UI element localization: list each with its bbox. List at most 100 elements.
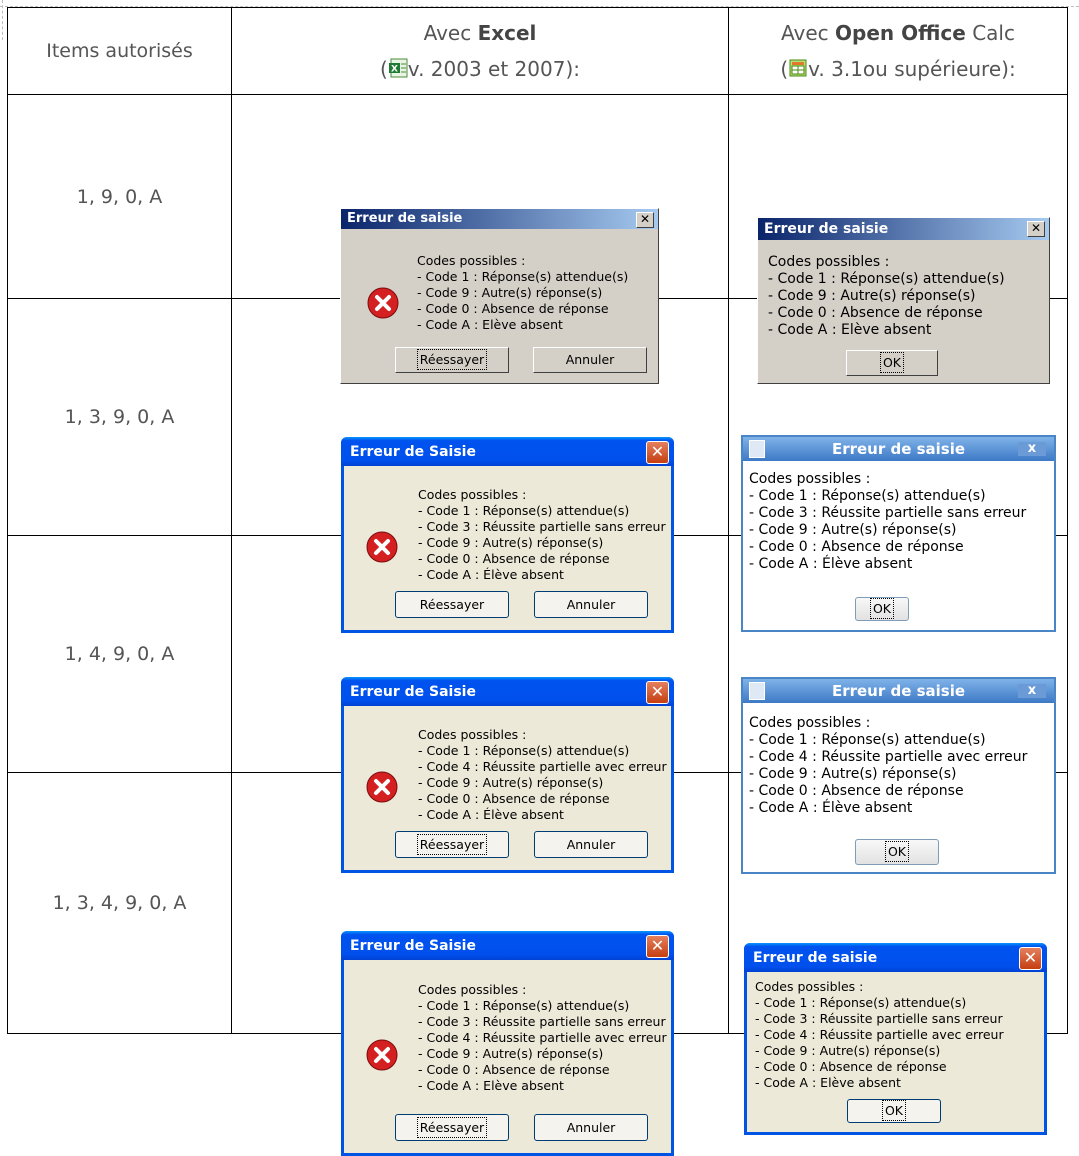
message-line: - Code 0 : Absence de réponse bbox=[755, 1059, 947, 1074]
dialog-title-bar: Erreur de Saisie ✕ bbox=[341, 677, 674, 706]
message-line: - Code A : Élève absent bbox=[749, 800, 913, 816]
message-line: - Code 1 : Réponse(s) attendue(s) bbox=[418, 998, 630, 1013]
message-line: - Code 4 : Réussite partielle avec erreu… bbox=[418, 759, 667, 774]
dialog-title-bar: Erreur de saisie ✕ bbox=[758, 217, 1049, 240]
dialog-message: Codes possibles : - Code 1 : Réponse(s) … bbox=[418, 982, 667, 1094]
oo-error-dialog: Erreur de saisie ✕ Codes possibles : - Co… bbox=[744, 943, 1047, 1135]
message-line: - Code 1 : Réponse(s) attendue(s) bbox=[749, 488, 986, 504]
excel-icon: X bbox=[388, 58, 408, 78]
cancel-button[interactable]: Annuler bbox=[533, 346, 647, 373]
header-excel-name: Excel bbox=[477, 21, 537, 45]
close-icon[interactable]: ✕ bbox=[646, 441, 669, 464]
dialog-title: Erreur de Saisie bbox=[350, 684, 476, 700]
calc-icon bbox=[789, 59, 807, 77]
message-line: - Code 4 : Réussite partielle avec erreu… bbox=[749, 749, 1028, 765]
message-line: - Code 4 : Réussite partielle avec erreu… bbox=[755, 1027, 1004, 1042]
excel-error-dialog: Erreur de Saisie ✕ Codes possibles : - Co… bbox=[341, 437, 674, 633]
items-value: 1, 3, 9, 0, A bbox=[64, 406, 175, 428]
excel-error-dialog: Erreur de Saisie ✕ Codes possibles : - Co… bbox=[341, 931, 674, 1156]
dialog-title-bar: Erreur de saisie x bbox=[743, 437, 1054, 461]
error-x-icon bbox=[366, 771, 398, 803]
items-value: 1, 4, 9, 0, A bbox=[64, 643, 175, 665]
close-icon[interactable]: x bbox=[1018, 442, 1046, 456]
header-oo-prefix: Avec bbox=[781, 21, 836, 45]
retry-button[interactable]: Réessayer bbox=[395, 591, 509, 618]
message-line: - Code 1 : Réponse(s) attendue(s) bbox=[418, 503, 630, 518]
dialog-title-bar: Erreur de saisie ✕ bbox=[744, 943, 1047, 972]
items-cell: 1, 3, 4, 9, 0, A bbox=[7, 772, 232, 1034]
comparison-table: Items autorisés Avec Excel (Xv. 2003 et … bbox=[7, 7, 1068, 1156]
dialog-message: Codes possibles : - Code 1 : Réponse(s) … bbox=[749, 471, 1026, 573]
items-cell: 1, 3, 9, 0, A bbox=[7, 298, 232, 536]
message-line: - Code A : Élève absent bbox=[749, 556, 913, 572]
close-icon[interactable]: ✕ bbox=[1019, 947, 1042, 970]
error-x-icon bbox=[366, 531, 398, 563]
ok-button[interactable]: OK bbox=[846, 349, 938, 376]
message-line: - Code 0 : Absence de réponse bbox=[418, 791, 610, 806]
message-line: - Code 9 : Autre(s) réponse(s) bbox=[418, 535, 604, 550]
dialog-title-bar: Erreur de Saisie ✕ bbox=[341, 931, 674, 960]
table-header-row: Items autorisés Avec Excel (Xv. 2003 et … bbox=[7, 7, 1068, 95]
retry-button[interactable]: Réessayer bbox=[395, 1114, 509, 1141]
message-line: - Code 0 : Absence de réponse bbox=[749, 539, 964, 555]
ok-button[interactable]: OK bbox=[855, 839, 939, 865]
retry-button[interactable]: Réessayer bbox=[395, 346, 509, 373]
message-line: - Code 9 : Autre(s) réponse(s) bbox=[749, 766, 957, 782]
message-line: - Code 0 : Absence de réponse bbox=[417, 300, 609, 316]
items-cell: 1, 4, 9, 0, A bbox=[7, 535, 232, 773]
dialog-title: Erreur de saisie bbox=[347, 210, 463, 226]
message-line: - Code 9 : Autre(s) réponse(s) bbox=[418, 775, 604, 790]
message-line: Codes possibles : bbox=[417, 252, 526, 268]
dialog-title: Erreur de saisie bbox=[831, 682, 966, 700]
dialog-title: Erreur de saisie bbox=[764, 220, 889, 237]
dialog-message: Codes possibles : - Code 1 : Réponse(s) … bbox=[755, 979, 1004, 1091]
close-icon[interactable]: ✕ bbox=[646, 935, 669, 958]
ok-button[interactable]: OK bbox=[847, 1099, 941, 1123]
message-line: - Code A : Elève absent bbox=[768, 321, 932, 338]
dialog-title-bar: Erreur de saisie x bbox=[743, 679, 1054, 703]
message-line: - Code 0 : Absence de réponse bbox=[418, 551, 610, 566]
message-line: - Code 3 : Réussite partielle sans erreu… bbox=[418, 519, 666, 534]
message-line: - Code A : Elève absent bbox=[418, 1078, 564, 1093]
svg-text:X: X bbox=[391, 65, 398, 75]
message-line: - Code A : Elève absent bbox=[417, 316, 563, 332]
message-line: Codes possibles : bbox=[749, 715, 871, 731]
close-icon[interactable]: x bbox=[1018, 684, 1046, 698]
retry-button[interactable]: Réessayer bbox=[395, 831, 509, 858]
message-line: - Code 9 : Autre(s) réponse(s) bbox=[768, 287, 976, 304]
message-line: - Code 1 : Réponse(s) attendue(s) bbox=[768, 270, 1005, 287]
message-line: - Code 1 : Réponse(s) attendue(s) bbox=[755, 995, 967, 1010]
message-line: Codes possibles : bbox=[768, 253, 890, 270]
message-line: - Code 9 : Autre(s) réponse(s) bbox=[417, 284, 603, 300]
close-icon[interactable]: ✕ bbox=[646, 681, 669, 704]
table-row: 1, 9, 0, A Erreur de saisie ✕ Codes possi… bbox=[7, 94, 1068, 384]
excel-dialog-cell: Erreur de saisie ✕ Codes possibles : - Co… bbox=[231, 94, 729, 384]
close-icon[interactable]: ✕ bbox=[636, 211, 654, 228]
message-line: - Code 3 : Réussite partielle sans erreu… bbox=[418, 1014, 666, 1029]
header-oo-name: Open Office bbox=[835, 21, 966, 45]
message-line: - Code 9 : Autre(s) réponse(s) bbox=[755, 1043, 941, 1058]
dialog-title: Erreur de Saisie bbox=[350, 444, 476, 460]
message-line: - Code 0 : Absence de réponse bbox=[749, 783, 964, 799]
message-line: Codes possibles : bbox=[749, 471, 871, 487]
header-oo-cell: Avec Open Office Calc (v. 3.1ou supérieu… bbox=[728, 7, 1068, 95]
dialog-title: Erreur de saisie bbox=[753, 950, 878, 966]
message-line: - Code 4 : Réussite partielle avec erreu… bbox=[418, 1030, 667, 1045]
cancel-button[interactable]: Annuler bbox=[534, 1114, 648, 1141]
message-line: - Code A : Élève absent bbox=[418, 567, 564, 582]
header-excel-cell: Avec Excel (Xv. 2003 et 2007): bbox=[231, 7, 729, 95]
ok-button[interactable]: OK bbox=[855, 597, 909, 621]
message-line: - Code A : Elève absent bbox=[755, 1075, 901, 1090]
cancel-button[interactable]: Annuler bbox=[534, 591, 648, 618]
message-line: - Code 3 : Réussite partielle sans erreu… bbox=[749, 505, 1027, 521]
message-line: - Code 0 : Absence de réponse bbox=[418, 1062, 610, 1077]
cancel-button[interactable]: Annuler bbox=[534, 831, 648, 858]
message-line: - Code A : Élève absent bbox=[418, 807, 564, 822]
close-icon[interactable]: ✕ bbox=[1027, 220, 1045, 237]
oo-dialog-cell: Erreur de saisie ✕ Codes possibles : - Co… bbox=[728, 94, 1068, 384]
dialog-title: Erreur de Saisie bbox=[350, 938, 476, 954]
items-value: 1, 9, 0, A bbox=[76, 185, 163, 208]
message-line: - Code 1 : Réponse(s) attendue(s) bbox=[418, 743, 630, 758]
header-excel-version: v. 2003 et 2007): bbox=[407, 57, 580, 81]
message-line: - Code 1 : Réponse(s) attendue(s) bbox=[749, 732, 986, 748]
